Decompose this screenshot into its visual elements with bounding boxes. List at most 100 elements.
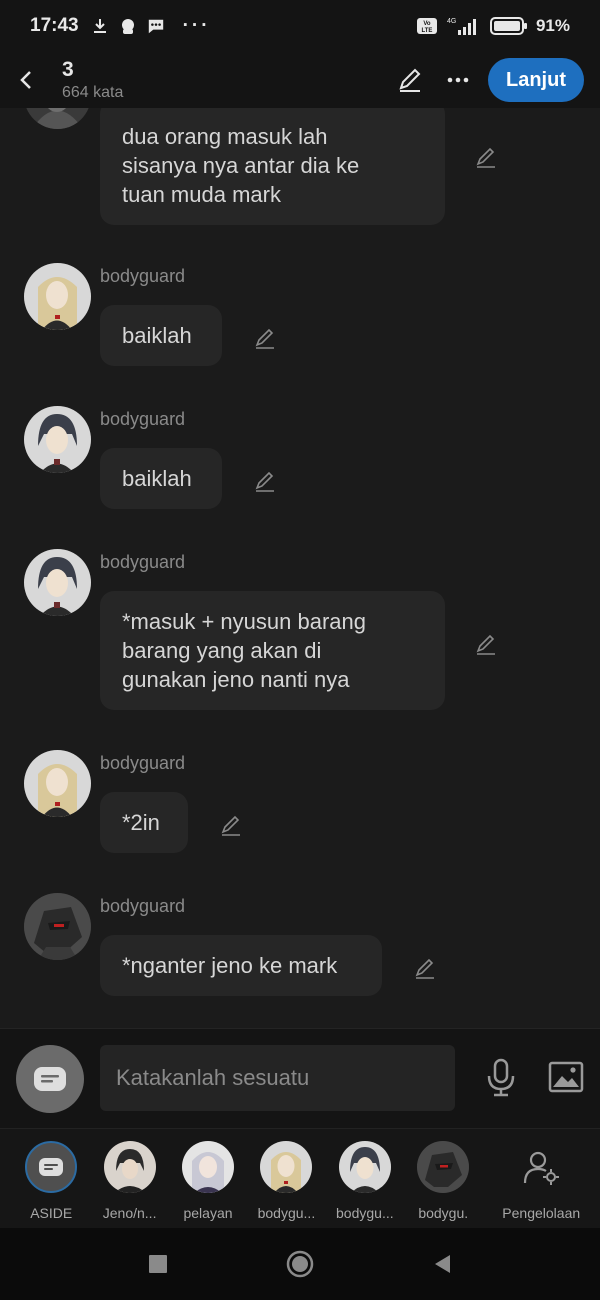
status-time: 17:43 bbox=[30, 15, 79, 36]
avatar bbox=[417, 1141, 470, 1193]
character-label: bodygu... bbox=[257, 1205, 316, 1221]
status-left: 17:43 ··· bbox=[30, 15, 211, 37]
image-icon bbox=[548, 1061, 584, 1093]
home-button[interactable] bbox=[284, 1248, 316, 1280]
message-input[interactable] bbox=[100, 1045, 455, 1111]
word-count: 664 kata bbox=[62, 84, 124, 101]
character-label: bodygu. bbox=[418, 1205, 469, 1221]
chevron-left-icon bbox=[20, 71, 31, 89]
status-bar: 17:43 ··· Vo LTE 4G 91% bbox=[0, 0, 600, 52]
message-line: tuan muda mark bbox=[122, 182, 281, 207]
character-label: Jeno/n... bbox=[102, 1205, 157, 1221]
character-bar: ASIDE Jeno/n... pelayan bodygu... bodygu… bbox=[0, 1128, 600, 1228]
message-line: dua orang masuk lah bbox=[122, 124, 328, 149]
manage-avatar bbox=[515, 1141, 567, 1193]
message-line: gunakan jeno nanti nya bbox=[122, 667, 350, 692]
message-line: sisanya nya antar dia ke bbox=[122, 153, 360, 178]
avatar[interactable] bbox=[24, 893, 91, 960]
management-label: Pengelolaan bbox=[502, 1205, 581, 1221]
edit-message-icon[interactable] bbox=[473, 631, 499, 657]
avatar[interactable] bbox=[24, 263, 91, 330]
back-button[interactable] bbox=[2, 55, 52, 105]
recents-button[interactable] bbox=[142, 1248, 174, 1280]
add-image-button[interactable] bbox=[546, 1057, 586, 1097]
character-label: bodygu... bbox=[336, 1205, 394, 1221]
message-line: *2in bbox=[122, 810, 160, 835]
message-bubble[interactable]: baiklah bbox=[100, 305, 222, 366]
user-settings-icon bbox=[524, 1151, 560, 1185]
square-icon bbox=[149, 1255, 167, 1273]
back-nav-button[interactable] bbox=[426, 1248, 458, 1280]
avatar[interactable] bbox=[24, 406, 91, 473]
pencil-icon bbox=[399, 68, 421, 92]
message-line: barang yang akan di bbox=[122, 638, 322, 663]
avatar bbox=[260, 1141, 313, 1193]
status-right: Vo LTE 4G 91% bbox=[416, 16, 570, 36]
svg-text:Vo: Vo bbox=[423, 21, 431, 27]
chat-area[interactable]: dua orang masuk lah sisanya nya antar di… bbox=[0, 108, 600, 1028]
aside-avatar bbox=[25, 1141, 78, 1193]
battery-percent: 91% bbox=[535, 16, 570, 35]
title-block: 3 664 kata bbox=[62, 58, 123, 102]
triangle-back-icon bbox=[435, 1255, 450, 1273]
editor-header: 3 664 kata Lanjut bbox=[0, 52, 600, 108]
message-bubble[interactable]: *nganter jeno ke mark bbox=[100, 935, 382, 996]
message-bubble[interactable]: *2in bbox=[100, 792, 188, 853]
message-bubble[interactable]: dua orang masuk lah sisanya nya antar di… bbox=[100, 108, 445, 225]
voice-input-button[interactable] bbox=[482, 1055, 520, 1101]
edit-button[interactable] bbox=[392, 62, 428, 98]
avatar bbox=[182, 1141, 235, 1193]
avatar[interactable] bbox=[24, 750, 91, 817]
aside-toggle-button[interactable] bbox=[16, 1045, 84, 1113]
character-pelayan[interactable]: pelayan bbox=[169, 1129, 247, 1228]
network-type: 4G bbox=[447, 18, 456, 25]
volte-icon: Vo LTE bbox=[416, 17, 438, 35]
message-line: baiklah bbox=[122, 466, 192, 491]
character-label: ASIDE bbox=[30, 1205, 73, 1221]
character-bodyguard-1[interactable]: bodygu... bbox=[247, 1129, 325, 1228]
message-bubble[interactable]: *masuk + nyusun barang barang yang akan … bbox=[100, 591, 445, 710]
speaker-name: bodyguard bbox=[100, 896, 186, 916]
system-nav-bar bbox=[0, 1228, 600, 1300]
avatar bbox=[103, 1141, 156, 1193]
character-aside[interactable]: ASIDE bbox=[12, 1129, 90, 1228]
svg-text:LTE: LTE bbox=[422, 28, 433, 34]
notification-character-icon bbox=[119, 17, 137, 35]
character-management[interactable]: Pengelolaan bbox=[482, 1129, 600, 1228]
next-button[interactable]: Lanjut bbox=[488, 58, 584, 102]
signal-icon: 4G bbox=[446, 17, 482, 35]
microphone-icon bbox=[487, 1058, 515, 1097]
speaker-name: bodyguard bbox=[100, 266, 186, 286]
message-icon bbox=[147, 17, 165, 35]
input-bar bbox=[0, 1028, 600, 1128]
more-dots-icon bbox=[447, 77, 469, 83]
message-line: *masuk + nyusun barang bbox=[122, 609, 366, 634]
edit-message-icon[interactable] bbox=[412, 955, 438, 981]
message-bubble[interactable]: baiklah bbox=[100, 448, 222, 509]
speaker-name: bodyguard bbox=[100, 753, 186, 773]
speaker-name: bodyguard bbox=[100, 552, 186, 572]
character-jeno[interactable]: Jeno/n... bbox=[90, 1129, 168, 1228]
edit-message-icon[interactable] bbox=[218, 812, 244, 838]
edit-message-icon[interactable] bbox=[252, 468, 278, 494]
aside-icon bbox=[39, 1158, 64, 1176]
download-icon bbox=[91, 17, 109, 35]
character-label: pelayan bbox=[183, 1205, 233, 1221]
speaker-name: bodyguard bbox=[100, 409, 186, 429]
battery-icon bbox=[489, 17, 528, 35]
more-notifications-icon: ··· bbox=[182, 15, 211, 36]
avatar[interactable] bbox=[24, 549, 91, 616]
character-bodyguard-3[interactable]: bodygu. bbox=[404, 1129, 482, 1228]
edit-message-icon[interactable] bbox=[252, 325, 278, 351]
edit-message-icon[interactable] bbox=[473, 144, 499, 170]
status-icons: ··· bbox=[91, 15, 211, 37]
message-line: baiklah bbox=[122, 323, 192, 348]
more-button[interactable] bbox=[440, 62, 476, 98]
avatar[interactable] bbox=[24, 108, 91, 129]
home-circle-icon bbox=[286, 1250, 314, 1278]
avatar bbox=[338, 1141, 391, 1193]
character-bodyguard-2[interactable]: bodygu... bbox=[326, 1129, 404, 1228]
chapter-title: 3 bbox=[62, 58, 74, 81]
header-actions: Lanjut bbox=[392, 58, 584, 102]
aside-icon bbox=[34, 1067, 66, 1091]
